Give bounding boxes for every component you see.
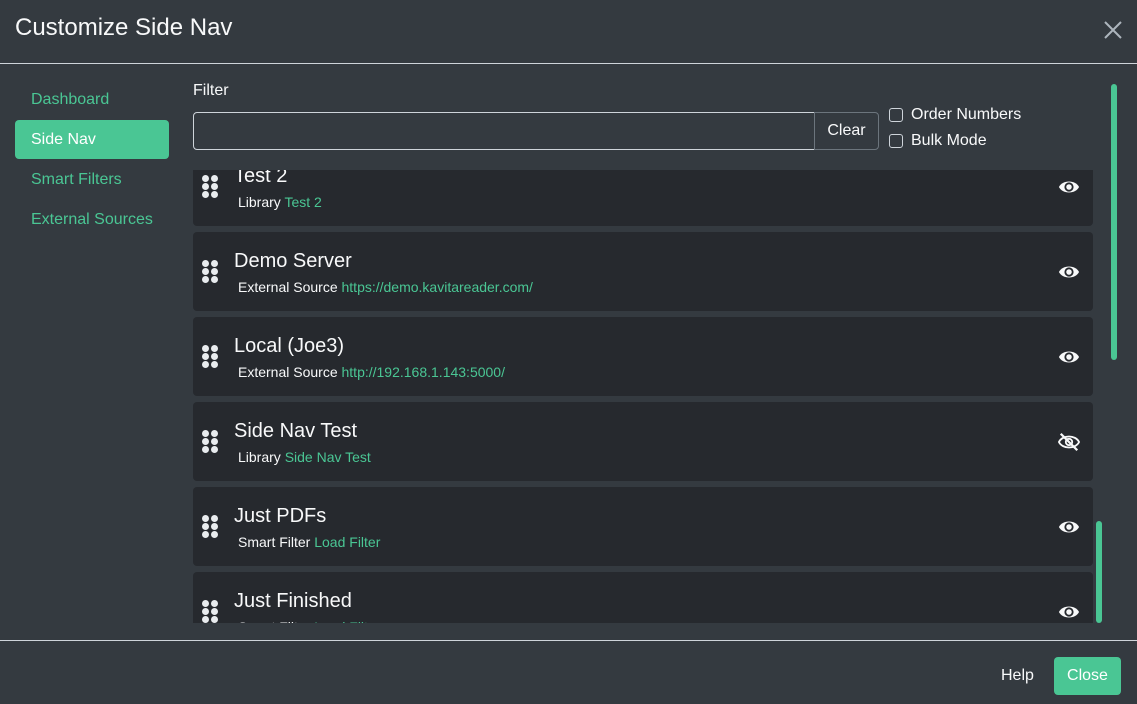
side-nav-item[interactable]: Test 2 Library Test 2	[193, 170, 1093, 226]
item-link[interactable]: Side Nav Test	[285, 449, 371, 465]
item-subtitle: External Source https://demo.kavitareade…	[238, 279, 533, 295]
side-nav-item[interactable]: Just PDFs Smart Filter Load Filter	[193, 487, 1093, 566]
sidebar-item-side-nav[interactable]: Side Nav	[15, 120, 169, 159]
item-type: Library	[238, 194, 281, 210]
checkbox-box[interactable]	[889, 108, 903, 122]
modal-scrollbar-thumb[interactable]	[1111, 84, 1117, 360]
drag-handle-icon[interactable]	[202, 345, 218, 369]
modal-footer	[0, 640, 1137, 704]
item-type: External Source	[238, 279, 338, 295]
side-nav-item[interactable]: Local (Joe3) External Source http://192.1…	[193, 317, 1093, 396]
item-subtitle: External Source http://192.168.1.143:500…	[238, 364, 505, 380]
drag-handle-icon[interactable]	[202, 515, 218, 539]
clear-button[interactable]: Clear	[814, 112, 879, 150]
side-nav-list-inner: Test 2 Library Test 2 Demo Server External …	[193, 170, 1093, 623]
close-button[interactable]: Close	[1054, 657, 1121, 695]
item-link[interactable]: Load Filter	[314, 619, 380, 623]
drag-handle-icon[interactable]	[202, 430, 218, 454]
eye-slash-icon[interactable]	[1057, 431, 1081, 453]
eye-icon[interactable]	[1058, 176, 1080, 198]
item-type: Smart Filter	[238, 619, 310, 623]
item-type: External Source	[238, 364, 338, 380]
checkbox-box[interactable]	[889, 134, 903, 148]
item-subtitle: Library Test 2	[238, 194, 322, 210]
item-link[interactable]: http://192.168.1.143:5000/	[342, 364, 505, 380]
item-title: Demo Server	[234, 250, 352, 272]
sidebar-item-dashboard[interactable]: Dashboard	[15, 80, 169, 119]
filter-input[interactable]	[193, 112, 815, 150]
item-title: Just Finished	[234, 590, 352, 612]
eye-icon[interactable]	[1058, 346, 1080, 368]
drag-handle-icon[interactable]	[202, 175, 218, 199]
item-title: Local (Joe3)	[234, 335, 345, 357]
item-title: Test 2	[234, 170, 288, 187]
drag-handle-icon[interactable]	[202, 600, 218, 623]
side-nav-item[interactable]: Side Nav Test Library Side Nav Test	[193, 402, 1093, 481]
item-link[interactable]: Test 2	[284, 194, 321, 210]
close-icon[interactable]	[1101, 18, 1125, 42]
eye-icon[interactable]	[1058, 261, 1080, 283]
item-link[interactable]: https://demo.kavitareader.com/	[342, 279, 533, 295]
bulk-mode-label: Bulk Mode	[911, 132, 987, 149]
filter-label: Filter	[193, 82, 229, 99]
side-nav-item[interactable]: Just Finished Smart Filter Load Filter	[193, 572, 1093, 623]
item-subtitle: Smart Filter Load Filter	[238, 619, 380, 623]
order-numbers-checkbox[interactable]: Order Numbers	[889, 106, 1021, 124]
eye-icon[interactable]	[1058, 601, 1080, 623]
sidebar-item-external-sources[interactable]: External Sources	[15, 200, 169, 239]
item-title: Side Nav Test	[234, 420, 358, 442]
modal-header: Customize Side Nav	[0, 0, 1137, 64]
help-button[interactable]: Help	[992, 657, 1043, 695]
side-nav-list: Test 2 Library Test 2 Demo Server External …	[193, 170, 1093, 623]
sidebar-item-smart-filters[interactable]: Smart Filters	[15, 160, 169, 199]
item-link[interactable]: Load Filter	[314, 534, 380, 550]
list-scrollbar-thumb[interactable]	[1096, 521, 1102, 623]
item-subtitle: Library Side Nav Test	[238, 449, 371, 465]
modal-title: Customize Side Nav	[15, 14, 233, 41]
settings-sidebar: Dashboard Side Nav Smart Filters Externa…	[15, 80, 169, 240]
drag-handle-icon[interactable]	[202, 260, 218, 284]
item-subtitle: Smart Filter Load Filter	[238, 534, 380, 550]
item-type: Library	[238, 449, 281, 465]
side-nav-item[interactable]: Demo Server External Source https://demo.…	[193, 232, 1093, 311]
order-numbers-label: Order Numbers	[911, 106, 1022, 123]
eye-icon[interactable]	[1058, 516, 1080, 538]
item-type: Smart Filter	[238, 534, 311, 550]
item-title: Just PDFs	[234, 505, 327, 527]
bulk-mode-checkbox[interactable]: Bulk Mode	[889, 132, 987, 150]
